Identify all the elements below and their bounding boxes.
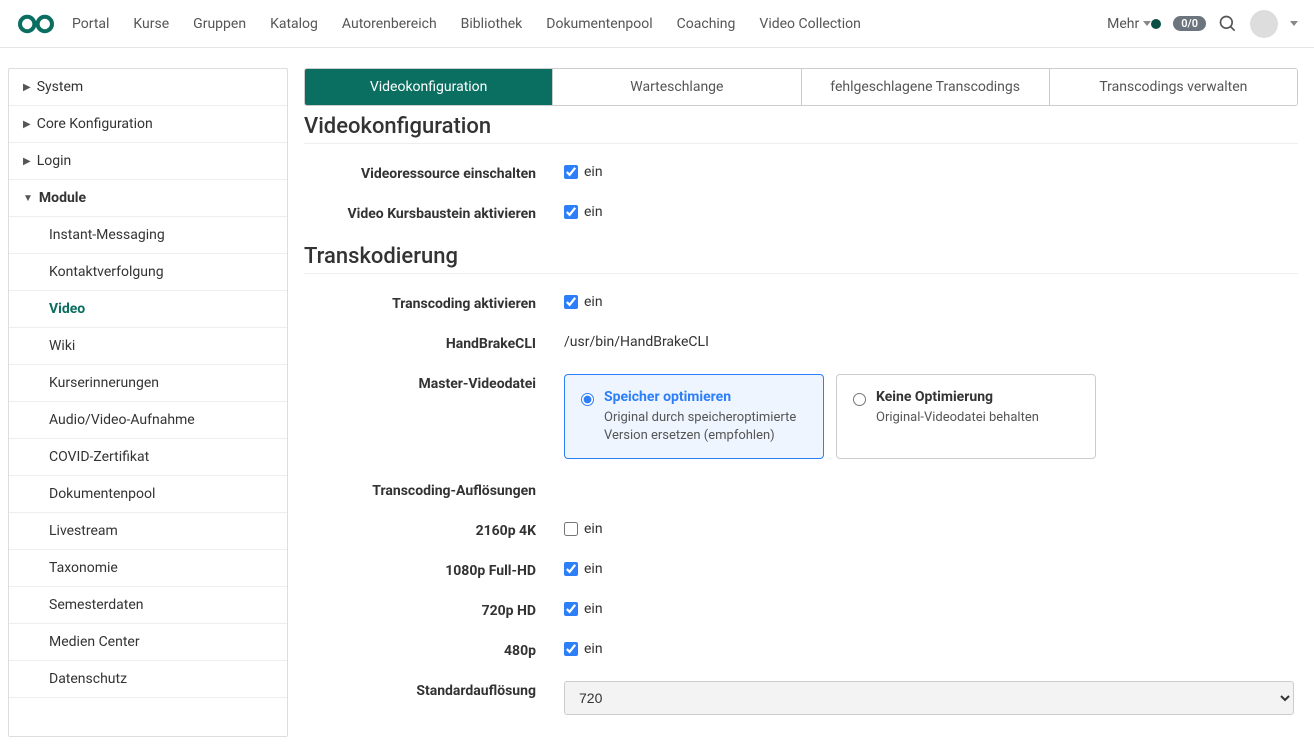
sidebar-item-audio-video-aufnahme[interactable]: Audio/Video-Aufnahme [9,402,287,439]
radio-card-noopt[interactable]: Keine Optimierung Original-Videodatei be… [836,374,1096,459]
radio-optimize-title: Speicher optimieren [604,389,807,405]
sidebar: ▶ System ▶ Core Konfiguration ▶ Login ▼ Module I… [8,68,288,737]
label-resolutions: Transcoding-Auflösungen [304,481,564,499]
nav-item-7[interactable]: Coaching [677,16,736,32]
label-2160: 2160p 4K [304,521,564,539]
checkbox-1080[interactable] [564,562,578,576]
sidebar-group-module[interactable]: ▼ Module [9,180,287,217]
sidebar-item-wiki[interactable]: Wiki [9,328,287,365]
nav-item-4[interactable]: Autorenbereich [342,16,437,32]
sidebar-item-medien-center[interactable]: Medien Center [9,624,287,661]
main-content: VideokonfigurationWarteschlangefehlgesch… [304,68,1306,737]
label-1080: 1080p Full-HD [304,561,564,579]
sidebar-item-kurserinnerungen[interactable]: Kurserinnerungen [9,365,287,402]
radio-optimize-desc: Original durch speicheroptimierte Versio… [604,409,807,444]
label-handbrake: HandBrakeCLI [304,334,564,352]
chevron-right-icon: ▶ [23,156,31,167]
checkbox-videokurs-label: ein [584,204,603,220]
label-480: 480p [304,641,564,659]
checkbox-480[interactable] [564,642,578,656]
checkbox-trans-on[interactable] [564,295,578,309]
checkbox-720-label: ein [584,601,603,617]
label-720: 720p HD [304,601,564,619]
topbar: Portal Kurse Gruppen Katalog Autorenbereich B… [0,0,1314,48]
sidebar-item-semesterdaten[interactable]: Semesterdaten [9,587,287,624]
sidebar-item-covid-zertifikat[interactable]: COVID-Zertifikat [9,439,287,476]
radio-card-optimize[interactable]: Speicher optimieren Original durch speic… [564,374,824,459]
tab-2[interactable]: fehlgeschlagene Transcodings [802,69,1050,105]
checkbox-720[interactable] [564,602,578,616]
avatar[interactable] [1250,10,1278,38]
nav-more-label: Mehr [1107,16,1139,32]
radio-noopt-desc: Original-Videodatei behalten [876,409,1039,427]
chevron-down-icon: ▼ [23,193,33,204]
checkbox-videores-label: ein [584,164,603,180]
checkbox-2160[interactable] [564,522,578,536]
radio-noopt-title: Keine Optimierung [876,389,1039,405]
chevron-down-icon [1143,21,1151,26]
sidebar-group-label: System [37,79,83,95]
checkbox-480-label: ein [584,641,603,657]
nav-right: 0/0 [1151,10,1298,38]
value-handbrake-path: /usr/bin/HandBrakeCLI [564,334,709,350]
checkbox-1080-label: ein [584,561,603,577]
sidebar-item-taxonomie[interactable]: Taxonomie [9,550,287,587]
label-master: Master-Videodatei [304,374,564,392]
notification-badge[interactable]: 0/0 [1173,16,1206,31]
section-heading-video: Videokonfiguration [304,114,1298,139]
tab-1[interactable]: Warteschlange [553,69,801,105]
sidebar-group-core-konfiguration[interactable]: ▶ Core Konfiguration [9,106,287,143]
sidebar-group-system[interactable]: ▶ System [9,69,287,106]
section-heading-trans: Transkodierung [304,244,1298,269]
radio-noopt[interactable] [853,393,866,406]
nav-item-6[interactable]: Dokumentenpool [546,16,652,32]
status-dot-icon [1151,19,1161,29]
tab-3[interactable]: Transcodings verwalten [1050,69,1297,105]
label-videores: Videoressource einschalten [304,164,564,182]
sidebar-item-kontaktverfolgung[interactable]: Kontaktverfolgung [9,254,287,291]
tab-0[interactable]: Videokonfiguration [305,69,553,105]
sidebar-item-video[interactable]: Video [9,291,287,328]
label-trans-on: Transcoding aktivieren [304,294,564,312]
sidebar-item-instant-messaging[interactable]: Instant-Messaging [9,217,287,254]
user-menu-caret-icon[interactable] [1290,21,1298,26]
label-default-res: Standardauflösung [304,681,564,699]
sidebar-group-label: Login [37,153,72,169]
nav-item-1[interactable]: Kurse [133,16,169,32]
checkbox-trans-on-label: ein [584,294,603,310]
nav-item-0[interactable]: Portal [72,16,109,32]
checkbox-videores[interactable] [564,165,578,179]
chevron-right-icon: ▶ [23,82,31,93]
select-default-res[interactable]: 720 [564,681,1294,715]
checkbox-videokurs[interactable] [564,205,578,219]
radio-optimize[interactable] [581,393,594,406]
tabs: VideokonfigurationWarteschlangefehlgesch… [304,68,1298,106]
sidebar-item-livestream[interactable]: Livestream [9,513,287,550]
checkbox-2160-label: ein [584,521,603,537]
nav-item-5[interactable]: Bibliothek [461,16,523,32]
chevron-right-icon: ▶ [23,119,31,130]
label-videokurs: Video Kursbaustein aktivieren [304,204,564,222]
nav-item-3[interactable]: Katalog [270,16,318,32]
sidebar-item-dokumentenpool[interactable]: Dokumentenpool [9,476,287,513]
sidebar-group-label: Core Konfiguration [37,116,153,132]
search-icon[interactable] [1218,14,1238,34]
sidebar-item-datenschutz[interactable]: Datenschutz [9,661,287,698]
nav-item-8[interactable]: Video Collection [759,16,860,32]
main-nav: Portal Kurse Gruppen Katalog Autorenbereich B… [72,16,1107,32]
sidebar-group-login[interactable]: ▶ Login [9,143,287,180]
logo[interactable] [16,12,56,36]
nav-more[interactable]: Mehr [1107,16,1151,32]
sidebar-group-label: Module [39,190,86,206]
nav-item-2[interactable]: Gruppen [193,16,246,32]
